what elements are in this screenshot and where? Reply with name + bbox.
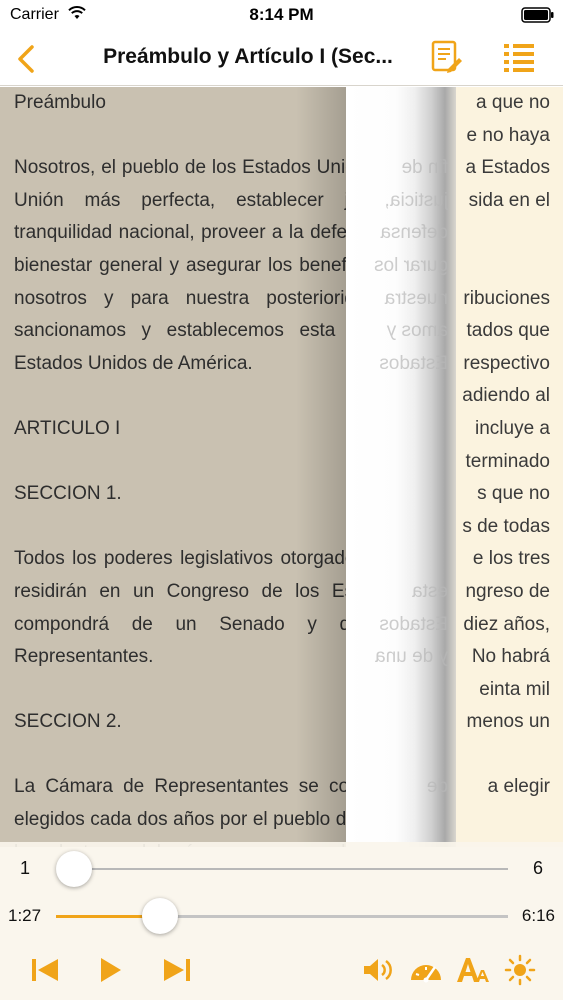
text-line: ngreso de — [465, 580, 550, 602]
mirrored-text-line: justicia, — [384, 189, 448, 211]
mirrored-text-line: esta — [412, 580, 448, 602]
current-page: Preámbulo Nosotros, el pueblo de los Esta… — [0, 87, 346, 847]
page-slider-max: 6 — [532, 858, 543, 878]
text-line: e no haya — [466, 124, 550, 146]
text-line: tados que — [466, 320, 550, 342]
page-curl-shadow — [296, 87, 346, 847]
elapsed-time: 1:27 — [8, 906, 42, 925]
text-line: a que no — [476, 92, 550, 113]
page-slider-track[interactable] — [56, 868, 508, 870]
text-line: sida en el — [468, 189, 550, 211]
text-line: e los tres — [472, 548, 550, 570]
page-slider-min: 1 — [20, 858, 31, 878]
mirrored-text-line — [356, 511, 448, 544]
mirrored-text-line — [356, 674, 448, 707]
mirrored-text-line: y de una — [375, 646, 448, 668]
mirrored-text-line — [356, 739, 448, 772]
skip-back-icon[interactable] — [28, 954, 64, 986]
player-controls: 1 6 1:27 6:16 — [0, 842, 563, 1000]
text-line: a elegir — [487, 776, 550, 798]
mirrored-text-line — [356, 87, 448, 120]
text-line — [440, 739, 550, 772]
mirrored-text-line: fin de — [401, 157, 448, 179]
battery-icon — [521, 7, 554, 23]
mirrored-text-line — [356, 413, 448, 446]
text-line: menos un — [466, 711, 550, 733]
mirrored-text-line: Estados — [379, 613, 448, 635]
next-page-text: a que no e no haya a Estados sida en el ribu… — [440, 87, 550, 804]
skip-forward-icon[interactable] — [158, 954, 194, 986]
mirrored-text-line — [356, 543, 448, 576]
play-icon[interactable] — [92, 954, 128, 986]
text-line: terminado — [465, 450, 551, 472]
text-line — [440, 250, 550, 283]
speaker-icon[interactable] — [360, 954, 396, 986]
mirrored-text-line: Estados — [379, 352, 448, 374]
text-line: adiendo al — [462, 385, 550, 407]
notes-icon[interactable] — [430, 39, 464, 75]
page-curl-text: fin de justicia, defensa gurar los nuestra am… — [356, 87, 448, 804]
text-line: respectivo — [463, 352, 550, 374]
mirrored-text-line: defensa — [380, 222, 448, 244]
mirrored-text-line: nuestra — [384, 287, 448, 309]
text-line: s de todas — [462, 515, 550, 537]
total-time: 6:16 — [521, 906, 555, 925]
page-title: Preámbulo y Artículo I (Sec... — [103, 45, 393, 68]
text-line: No habrá — [471, 646, 550, 668]
reader-view[interactable]: a que no e no haya a Estados sida en el ribu… — [0, 87, 563, 847]
brightness-icon[interactable] — [502, 954, 538, 986]
status-bar: Carrier 8:14 PM — [0, 0, 563, 30]
list-icon[interactable] — [502, 40, 536, 74]
text-line: s que no — [477, 483, 550, 505]
text-line: ribuciones — [463, 287, 550, 309]
chevron-left-icon[interactable] — [12, 42, 42, 76]
nav-bar: Preámbulo y Artículo I (Sec... — [0, 30, 563, 86]
mirrored-text-line: de — [426, 776, 448, 798]
mirrored-text-line: amos y — [386, 320, 448, 342]
speedometer-icon[interactable] — [408, 954, 444, 986]
font-size-icon[interactable] — [454, 954, 490, 986]
mirrored-text-line — [356, 380, 448, 413]
text-line: einta mil — [479, 678, 550, 700]
mirrored-text-line — [356, 706, 448, 739]
mirrored-text-line — [356, 478, 448, 511]
text-line: incluye a — [475, 417, 550, 439]
text-line — [440, 217, 550, 250]
text-line: diez años, — [463, 613, 550, 635]
status-time: 8:14 PM — [249, 5, 314, 24]
page-slider-thumb[interactable] — [56, 851, 92, 887]
mirrored-text-line: gurar los — [374, 254, 448, 276]
mirrored-text-line — [356, 446, 448, 479]
text-line: a Estados — [465, 157, 551, 179]
audio-slider-thumb[interactable] — [141, 898, 178, 934]
mirrored-text-line — [356, 120, 448, 153]
